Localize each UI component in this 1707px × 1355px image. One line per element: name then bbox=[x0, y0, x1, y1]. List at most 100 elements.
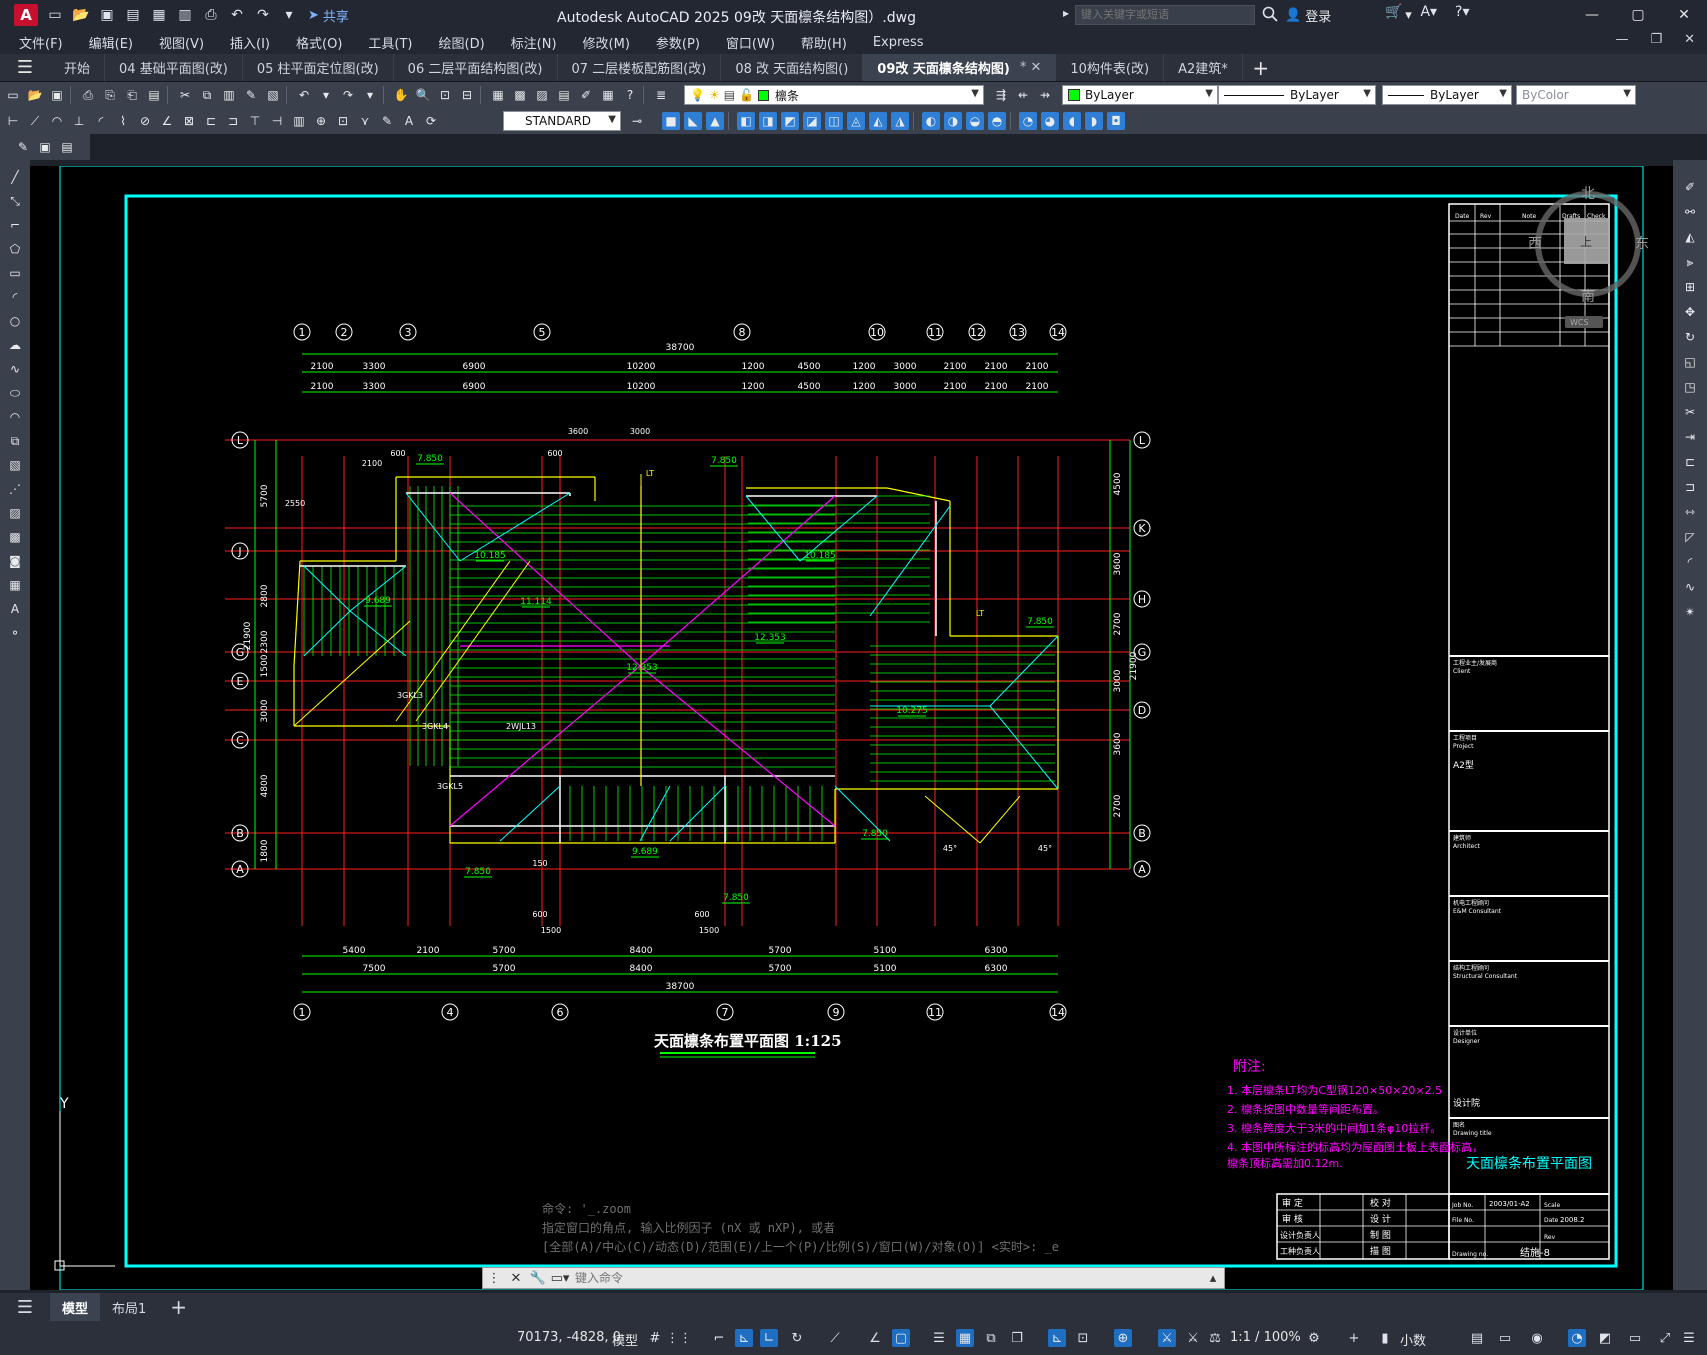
slice-icon[interactable]: ◬ bbox=[847, 112, 865, 130]
osnap-icon[interactable]: ▢ bbox=[892, 1329, 910, 1347]
quickcalc-icon[interactable]: ▦ bbox=[599, 86, 617, 104]
pdf-icon[interactable]: ▤ bbox=[145, 86, 163, 104]
layer-state-icon[interactable]: ⇸ bbox=[1036, 86, 1054, 104]
dim-aligned-icon[interactable]: ⟋ bbox=[26, 112, 44, 130]
status-menu-icon[interactable]: ☰ bbox=[1680, 1329, 1698, 1347]
menu-window[interactable]: 窗口(W) bbox=[726, 33, 775, 52]
3d-orbit-icon[interactable]: ◔ bbox=[1019, 112, 1037, 130]
quick-dim-icon[interactable]: ⊠ bbox=[180, 112, 198, 130]
publish-icon[interactable]: ⎗ bbox=[123, 86, 141, 104]
polygon-icon[interactable]: ⬠ bbox=[6, 240, 24, 258]
union-icon[interactable]: ◧ bbox=[737, 112, 755, 130]
shade-icon[interactable]: ◐ bbox=[922, 112, 940, 130]
tab-07[interactable]: 07 二层楼板配筋图(改) bbox=[558, 54, 722, 81]
menu-draw[interactable]: 绘图(D) bbox=[439, 33, 485, 52]
cmd-recent-icon[interactable]: ▭▾ bbox=[549, 1268, 571, 1288]
save-tb-icon[interactable]: ▣ bbox=[48, 86, 66, 104]
tab-layout1[interactable]: 布局1 bbox=[100, 1293, 158, 1321]
redo-tb-icon[interactable]: ↷ bbox=[339, 86, 357, 104]
block-attribute-icon[interactable]: ▤ bbox=[58, 138, 76, 156]
dim-jogged-icon[interactable]: ⌇ bbox=[114, 112, 132, 130]
isolate-objects-icon[interactable]: ◉ bbox=[1528, 1329, 1546, 1347]
dynamic-input-icon[interactable]: ⊾ bbox=[735, 1329, 753, 1347]
menu-format[interactable]: 格式(O) bbox=[296, 33, 342, 52]
undo-tb-icon[interactable]: ↶ bbox=[295, 86, 313, 104]
3d-osnap-icon[interactable]: ❐ bbox=[1008, 1329, 1026, 1347]
units-icon[interactable]: ▮ bbox=[1376, 1329, 1394, 1347]
make-current-icon[interactable]: ⇶ bbox=[992, 86, 1010, 104]
extrude-icon[interactable]: ◪ bbox=[803, 112, 821, 130]
dim-break-icon[interactable]: ⊣ bbox=[268, 112, 286, 130]
cart-icon[interactable]: 🛒 bbox=[1385, 4, 1402, 20]
3d-zoom-icon[interactable]: ◖ bbox=[1063, 112, 1081, 130]
copy-icon[interactable]: ⧉ bbox=[198, 86, 216, 104]
layer-manager-icon[interactable]: ≣ bbox=[652, 86, 670, 104]
pan-icon[interactable]: ✋ bbox=[392, 86, 410, 104]
undo-dropdown-icon[interactable]: ▾ bbox=[317, 86, 335, 104]
insert-block-icon[interactable]: ⧉ bbox=[6, 432, 24, 450]
autodesk-account-icon[interactable]: A▾ bbox=[1420, 4, 1437, 20]
selection-cycling-icon[interactable]: ⧉ bbox=[982, 1329, 1000, 1347]
annotation-monitor-icon[interactable]: + bbox=[1345, 1329, 1363, 1347]
3d-view-icon[interactable]: ◗ bbox=[1085, 112, 1103, 130]
cmd-grip-icon[interactable]: ⋮ bbox=[483, 1268, 505, 1288]
circle-icon[interactable]: ○ bbox=[6, 312, 24, 330]
tab-10[interactable]: 10构件表(改) bbox=[1056, 54, 1165, 81]
dim-baseline-icon[interactable]: ⊏ bbox=[202, 112, 220, 130]
revolve-icon[interactable]: ◫ bbox=[825, 112, 843, 130]
open-web-icon[interactable]: ▦ bbox=[150, 6, 168, 24]
matchprop-icon[interactable]: ✎ bbox=[242, 86, 260, 104]
dim-ordinate-icon[interactable]: ⊥ bbox=[70, 112, 88, 130]
arc-icon[interactable]: ◜ bbox=[6, 288, 24, 306]
cmd-expand-icon[interactable]: ▴ bbox=[1202, 1268, 1224, 1288]
tab-model[interactable]: 模型 bbox=[50, 1293, 101, 1321]
fullscreen-icon[interactable]: ⤢ bbox=[1656, 1329, 1674, 1347]
break-icon[interactable]: ⊐ bbox=[1681, 478, 1699, 496]
command-input[interactable] bbox=[571, 1269, 1202, 1287]
drawing-svg[interactable]: Date Rev Note Drafts Check 工程业主/发展商 Clie… bbox=[30, 166, 1673, 1290]
dim-space-icon[interactable]: ⊤ bbox=[246, 112, 264, 130]
color-dropdown[interactable]: ByLayer ▼ bbox=[1062, 85, 1218, 105]
menu-tools[interactable]: 工具(T) bbox=[368, 33, 412, 52]
workspace-gear-icon[interactable]: ⚙ bbox=[1305, 1329, 1323, 1347]
scale-icon[interactable]: ◱ bbox=[1681, 353, 1699, 371]
interfere-icon[interactable]: ◮ bbox=[891, 112, 909, 130]
clean-screen-icon[interactable]: ◩ bbox=[1596, 1329, 1614, 1347]
polyline-icon[interactable]: ⌐ bbox=[6, 216, 24, 234]
linetype-dropdown[interactable]: ByLayer ▼ bbox=[1218, 85, 1376, 105]
close-icon[interactable]: ✕ bbox=[1661, 0, 1707, 30]
fillet-icon[interactable]: ◜ bbox=[1681, 553, 1699, 571]
redo-dropdown-icon[interactable]: ▾ bbox=[361, 86, 379, 104]
trim-icon[interactable]: ✂ bbox=[1681, 403, 1699, 421]
plot-tb-icon[interactable]: ⎙ bbox=[79, 86, 97, 104]
tab-04[interactable]: 04 基础平面图(改) bbox=[105, 54, 243, 81]
ortho-icon[interactable]: ∟ bbox=[760, 1329, 778, 1347]
tab-06[interactable]: 06 二层平面结构图(改) bbox=[394, 54, 558, 81]
camera-icon[interactable]: ◘ bbox=[1107, 112, 1125, 130]
gizmo-icon[interactable]: ⊕ bbox=[1114, 1329, 1132, 1347]
plotstyle-dropdown[interactable]: ByColor ▼ bbox=[1516, 85, 1636, 105]
save-icon[interactable]: ▣ bbox=[98, 6, 116, 24]
text-style-dropdown[interactable]: STANDARD ▼ bbox=[503, 111, 621, 131]
line-icon[interactable]: ╱ bbox=[6, 168, 24, 186]
plot-icon[interactable]: ⎙ bbox=[202, 6, 220, 24]
menu-dimension[interactable]: 标注(N) bbox=[511, 33, 557, 52]
region-icon[interactable]: ◙ bbox=[6, 552, 24, 570]
erase-icon[interactable]: ✐ bbox=[1681, 178, 1699, 196]
viewcube[interactable]: 上 北 南 西 东 WCS bbox=[1528, 186, 1649, 328]
annotation-scale-icon[interactable]: ⚖ bbox=[1206, 1329, 1224, 1347]
join-icon[interactable]: ⇿ bbox=[1681, 503, 1699, 521]
jogged-linear-icon[interactable]: ⋎ bbox=[356, 112, 374, 130]
point-icon[interactable]: ⋰ bbox=[6, 480, 24, 498]
menu-express[interactable]: Express bbox=[873, 35, 924, 50]
extend-icon[interactable]: ⇥ bbox=[1681, 428, 1699, 446]
menu-view[interactable]: 视图(V) bbox=[159, 33, 204, 52]
search-icon[interactable] bbox=[1262, 6, 1278, 22]
add-layout-icon[interactable]: + bbox=[158, 1293, 199, 1321]
lock-ui-icon[interactable]: ▭ bbox=[1496, 1329, 1514, 1347]
doc-restore-icon[interactable]: ❐ bbox=[1650, 32, 1662, 47]
dim-radius-icon[interactable]: ◜ bbox=[92, 112, 110, 130]
layout-menu-icon[interactable]: ☰ bbox=[0, 1293, 50, 1321]
dim-arc-icon[interactable]: ◠ bbox=[48, 112, 66, 130]
polar-icon[interactable]: ↻ bbox=[788, 1329, 806, 1347]
